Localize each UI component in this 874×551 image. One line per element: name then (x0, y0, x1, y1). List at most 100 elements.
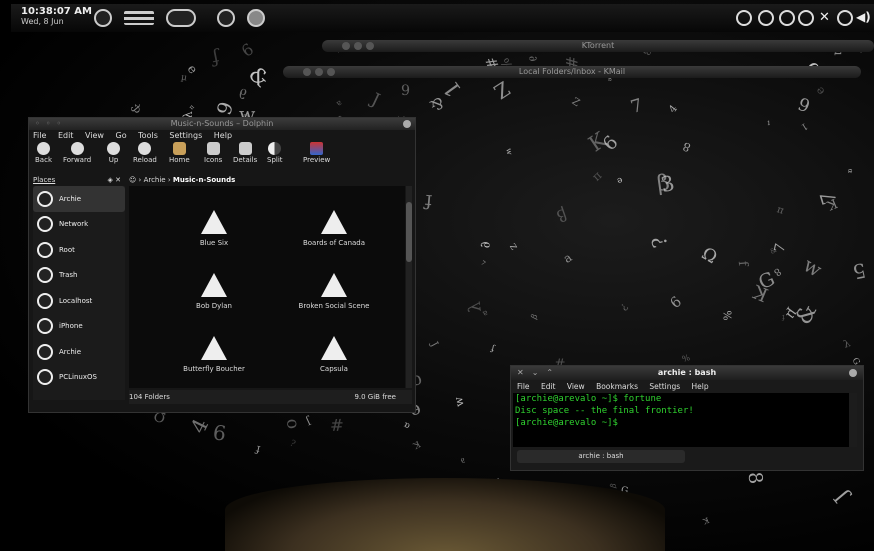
window-controls[interactable]: ✕⌄⌃ (517, 366, 561, 380)
menu-settings[interactable]: Settings (169, 131, 202, 140)
home-button[interactable]: Home (169, 142, 190, 164)
menu-help[interactable]: Help (214, 131, 232, 140)
breadcrumb-root-icon[interactable]: ☺ › (129, 176, 141, 184)
folder-item[interactable]: Capsula (279, 336, 389, 373)
menu-edit[interactable]: Edit (58, 131, 74, 140)
place-archie-2[interactable]: Archie (33, 339, 125, 365)
forward-button[interactable]: Forward (63, 142, 91, 164)
task-icon[interactable] (124, 11, 154, 25)
wallpaper-glyph: π (589, 167, 605, 184)
icons-button[interactable]: Icons (204, 142, 222, 164)
menu-bookmarks[interactable]: Bookmarks (596, 382, 638, 391)
folder-item[interactable]: Butterfly Boucher (159, 336, 269, 373)
place-root[interactable]: Root (33, 237, 125, 263)
folder-item[interactable]: Boards of Canada (279, 210, 389, 247)
window-controls[interactable] (342, 42, 378, 54)
place-localhost[interactable]: Localhost (33, 288, 125, 314)
window-controls[interactable]: ◦◦◦ (35, 118, 67, 130)
place-label: Archie (59, 347, 82, 356)
menu-view[interactable]: View (567, 382, 585, 391)
back-icon (37, 142, 50, 155)
user-icon (37, 190, 53, 207)
back-label: Back (35, 156, 52, 164)
close-button[interactable] (849, 369, 857, 377)
wallpaper-glyph: ə (813, 82, 829, 97)
breadcrumb-parent[interactable]: Archie (144, 176, 166, 184)
place-label: PCLinuxOS (59, 373, 97, 382)
forward-icon (70, 142, 84, 155)
usb-icon[interactable] (837, 10, 853, 26)
menu-tools[interactable]: Tools (138, 131, 158, 140)
wallpaper-glyph: 7 (815, 188, 843, 208)
places-title: Places (33, 176, 56, 184)
split-button[interactable]: Split (267, 142, 283, 164)
close-button[interactable] (403, 120, 411, 128)
menu-settings[interactable]: Settings (649, 382, 680, 391)
terminal-scrollbar[interactable] (849, 393, 857, 447)
dolphin-titlebar[interactable]: ◦◦◦ Music-n-Sounds – Dolphin (29, 118, 415, 130)
info-icon[interactable] (758, 10, 774, 26)
folder-item[interactable]: Broken Social Scene (279, 273, 389, 310)
wallpaper-glyph: f (735, 260, 751, 267)
kmail-window-bar[interactable]: Local Folders/Inbox - KMail (283, 66, 861, 78)
terminal-tab[interactable]: archie : bash (517, 450, 685, 463)
favorites-icon[interactable] (736, 10, 752, 26)
back-button[interactable]: Back (35, 142, 52, 164)
folder-scrollbar[interactable] (406, 186, 412, 388)
wallpaper-glyph: Ω (697, 243, 721, 269)
folder-item[interactable]: Blue Six (159, 210, 269, 247)
status-folder-count: 104 Folders (129, 393, 170, 401)
volume-icon[interactable]: ◀) (856, 10, 871, 24)
place-pclinuxos[interactable]: PCLinuxOS (33, 365, 125, 391)
place-network[interactable]: Network (33, 212, 125, 238)
places-header: Places ◈ ✕ (33, 176, 125, 186)
reload-button[interactable]: Reload (133, 142, 157, 164)
clock-widget[interactable]: 10:38:07 AM Wed, 8 Jun (21, 7, 92, 27)
wallpaper-glyph: f (424, 189, 434, 213)
wallpaper-glyph: Z (508, 242, 519, 252)
kde-menu-icon[interactable] (94, 9, 112, 27)
folder-view: Blue Six Boards of Canada Bob Dylan Brok… (129, 186, 405, 388)
menu-go[interactable]: Go (116, 131, 127, 140)
activity-icon[interactable] (166, 9, 196, 27)
folder-item[interactable]: Bob Dylan (159, 273, 269, 310)
wallpaper-glyph: 9 (794, 94, 812, 118)
wallpaper-glyph: % (680, 352, 691, 365)
folder-label: Capsula (320, 365, 348, 373)
konsole-window: ✕⌄⌃ archie : bash File Edit View Bookmar… (510, 365, 864, 471)
split-label: Split (267, 156, 283, 164)
wallpaper-glyph: ƒ (490, 343, 495, 354)
folder-view-icon[interactable] (247, 9, 265, 27)
breadcrumb-current[interactable]: Music-n-Sounds (173, 176, 235, 184)
menu-help[interactable]: Help (692, 382, 709, 391)
ktorrent-window-bar[interactable]: KTorrent (322, 40, 874, 52)
wallpaper-glyph: α (401, 418, 412, 431)
terminal-output[interactable]: [archie@arevalo ~]$ fortune Disc space -… (513, 393, 851, 447)
menu-file[interactable]: File (517, 382, 530, 391)
up-button[interactable]: Up (107, 142, 120, 164)
icons-label: Icons (204, 156, 223, 164)
places-panel-controls[interactable]: ◈ ✕ (108, 176, 121, 184)
wallpaper-glyph: J (829, 485, 852, 507)
terminal-line: [archie@arevalo ~]$ fortune (515, 394, 662, 404)
clock-date: Wed, 8 Jun (21, 17, 64, 26)
details-button[interactable]: Details (233, 142, 257, 164)
place-iphone[interactable]: iPhone (33, 314, 125, 340)
place-trash[interactable]: Trash (33, 263, 125, 289)
wallpaper-glyph: ∂ (526, 53, 541, 63)
close-icon[interactable]: ✕ (819, 10, 830, 25)
ktorrent-title: KTorrent (581, 41, 615, 50)
update-icon[interactable] (779, 10, 795, 26)
menu-view[interactable]: View (85, 131, 104, 140)
place-archie[interactable]: Archie (33, 186, 125, 212)
desktop-icon[interactable] (217, 9, 235, 27)
reload-icon (138, 142, 152, 155)
preview-button[interactable]: Preview (303, 142, 330, 164)
menu-file[interactable]: File (33, 131, 46, 140)
konsole-titlebar[interactable]: ✕⌄⌃ archie : bash (511, 366, 863, 380)
network-icon[interactable] (798, 10, 814, 26)
window-controls[interactable] (303, 68, 339, 80)
menu-edit[interactable]: Edit (541, 382, 556, 391)
terminal-tab-label: archie : bash (578, 452, 624, 460)
scrollbar-thumb[interactable] (406, 202, 412, 262)
